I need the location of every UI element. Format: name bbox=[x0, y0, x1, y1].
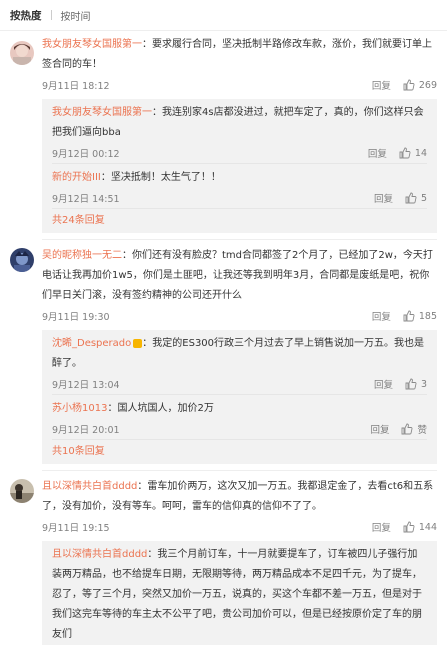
vip-badge-icon bbox=[133, 338, 143, 348]
comment-item: 且以深情共白首dddd：雷车加价两万，这次又加一万五。我都退定金了，去看ct6和… bbox=[0, 477, 447, 645]
like-button[interactable]: 185 bbox=[403, 310, 437, 322]
reply-text: ：坚决抵制！太生气了！！ bbox=[100, 172, 221, 183]
reply-time: 9月12日 13:04 bbox=[52, 380, 120, 391]
comment-item: 我女朋友琴女国服第一：要求履行合同，坚决抵制半路修改车款，涨价，我们就要订单上签… bbox=[0, 35, 447, 240]
sort-bar: 按热度 按时间 bbox=[0, 0, 447, 31]
thumbs-up-icon bbox=[403, 310, 415, 322]
comment-author[interactable]: 我女朋友琴女国服第一 bbox=[42, 39, 142, 50]
avatar[interactable] bbox=[10, 479, 34, 503]
reply-time: 9月12日 14:51 bbox=[52, 194, 120, 205]
avatar[interactable] bbox=[10, 248, 34, 272]
like-count: 185 bbox=[418, 310, 437, 322]
reply-text: ：我三个月前订车，十一月就要提车了，订车被四儿子强行加装两万精品，也不给提车日期… bbox=[52, 549, 422, 640]
thumbs-up-icon bbox=[403, 79, 415, 91]
reply-text: ：国人坑国人，加价2万 bbox=[107, 403, 214, 414]
reply-button[interactable]: 回复 bbox=[374, 191, 393, 205]
thumbs-up-icon bbox=[405, 192, 417, 204]
reply-author[interactable]: 新的开始III bbox=[52, 172, 101, 183]
reply-author[interactable]: 苏小杨1013 bbox=[52, 403, 107, 414]
reply-list: 且以深情共白首dddd：我三个月前订车，十一月就要提车了，订车被四儿子强行加装两… bbox=[42, 541, 437, 645]
avatar[interactable] bbox=[10, 41, 34, 65]
reply-author[interactable]: 沈晞_Desperado bbox=[52, 338, 131, 349]
more-replies-link[interactable]: 共24条回复 bbox=[52, 209, 427, 233]
like-button[interactable]: 144 bbox=[403, 521, 437, 533]
thumbs-up-icon bbox=[399, 147, 411, 159]
thumbs-up-icon bbox=[405, 378, 417, 390]
reply-button[interactable]: 回复 bbox=[372, 520, 391, 534]
reply-item: 且以深情共白首dddd：我三个月前订车，十一月就要提车了，订车被四儿子强行加装两… bbox=[52, 541, 427, 645]
comment-meta: 9月11日 18:12 回复 269 bbox=[42, 75, 437, 95]
reply-item: 新的开始III：坚决抵制！太生气了！！ 9月12日 14:51 回复 5 bbox=[52, 164, 427, 209]
comment-divider bbox=[42, 470, 437, 471]
like-count: 14 bbox=[414, 147, 427, 159]
like-count: 269 bbox=[418, 79, 437, 91]
thumbs-up-icon bbox=[403, 521, 415, 533]
thumbs-up-icon bbox=[402, 423, 413, 435]
reply-time: 9月12日 20:01 bbox=[52, 425, 120, 436]
like-button[interactable]: 3 bbox=[405, 378, 427, 390]
reply-list: 沈晞_Desperado ：我定的ES300行政三个月过去了早上销售说加一万五。我… bbox=[42, 330, 437, 464]
comment-author[interactable]: 吴的昵称独一无二 bbox=[42, 250, 122, 261]
like-button[interactable]: 14 bbox=[399, 147, 427, 159]
reply-button[interactable]: 回复 bbox=[372, 78, 391, 92]
sort-by-hot-tab[interactable]: 按热度 bbox=[10, 8, 42, 23]
more-replies-link[interactable]: 共10条回复 bbox=[52, 440, 427, 464]
reply-button[interactable]: 回复 bbox=[370, 422, 389, 436]
like-button[interactable]: 赞 bbox=[401, 422, 427, 436]
comment-time: 9月11日 19:30 bbox=[42, 312, 110, 323]
like-button[interactable]: 269 bbox=[403, 79, 437, 91]
reply-button[interactable]: 回复 bbox=[368, 146, 387, 160]
reply-author[interactable]: 我女朋友琴女国服第一 bbox=[52, 107, 152, 118]
comment-author[interactable]: 且以深情共白首dddd bbox=[42, 481, 137, 492]
reply-list: 我女朋友琴女国服第一：我连别家4s店都没进过，就把车定了，真的，你们这样只会把我… bbox=[42, 99, 437, 233]
reply-item: 我女朋友琴女国服第一：我连别家4s店都没进过，就把车定了，真的，你们这样只会把我… bbox=[52, 99, 427, 164]
reply-item: 沈晞_Desperado ：我定的ES300行政三个月过去了早上销售说加一万五。我… bbox=[52, 330, 427, 395]
reply-item: 苏小杨1013：国人坑国人，加价2万 9月12日 20:01 回复 赞 bbox=[52, 395, 427, 440]
reply-button[interactable]: 回复 bbox=[372, 309, 391, 323]
reply-author[interactable]: 且以深情共白首dddd bbox=[52, 549, 147, 560]
sort-divider bbox=[50, 10, 52, 20]
reply-button[interactable]: 回复 bbox=[374, 377, 393, 391]
reply-time: 9月12日 00:12 bbox=[52, 149, 120, 160]
comment-time: 9月11日 18:12 bbox=[42, 81, 110, 92]
sort-by-time-tab[interactable]: 按时间 bbox=[61, 8, 91, 23]
like-count: 5 bbox=[420, 192, 427, 204]
comment-divider bbox=[42, 239, 437, 240]
comment-item: 吴的昵称独一无二：你们还有没有脸皮？tmd合同都签了2个月了，已经加了2w，今天… bbox=[0, 246, 447, 471]
like-button[interactable]: 5 bbox=[405, 192, 427, 204]
comment-time: 9月11日 19:15 bbox=[42, 523, 110, 534]
like-count: 赞 bbox=[417, 425, 427, 436]
like-count: 3 bbox=[420, 378, 427, 390]
like-count: 144 bbox=[418, 521, 437, 533]
